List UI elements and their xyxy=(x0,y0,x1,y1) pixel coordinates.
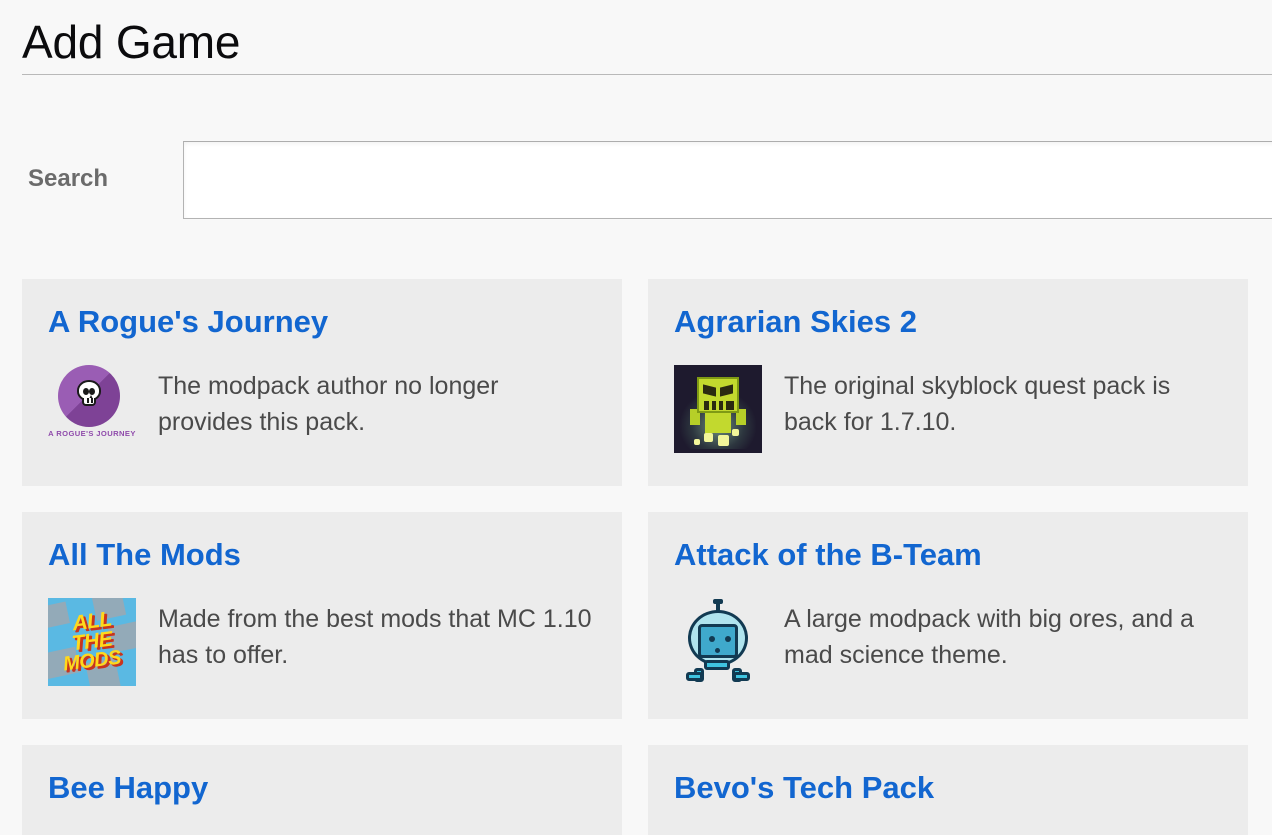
game-title-link[interactable]: Bee Happy xyxy=(48,770,596,805)
search-row: Search xyxy=(0,141,1272,221)
game-description: Made from the best mods that MC 1.10 has… xyxy=(158,605,592,669)
add-game-page: Add Game Search A Rogue's Journey A ROGU… xyxy=(0,0,1272,835)
icon-caption: A ROGUE'S JOURNEY xyxy=(48,429,136,439)
game-card-grid: A Rogue's Journey A ROGUE'S JOURNEY The … xyxy=(22,279,1254,835)
game-card-body: A large modpack with big ores, and a mad… xyxy=(674,598,1222,686)
game-title-link[interactable]: All The Mods xyxy=(48,537,596,572)
game-card[interactable]: Bee Happy xyxy=(22,745,622,835)
page-title: Add Game xyxy=(22,16,241,68)
game-card-body: The original skyblock quest pack is back… xyxy=(674,365,1222,454)
game-card[interactable]: Bevo's Tech Pack xyxy=(648,745,1248,835)
all-the-mods-icon: ALL THE MODS xyxy=(48,598,136,687)
game-card[interactable]: A Rogue's Journey A ROGUE'S JOURNEY The … xyxy=(22,279,622,486)
search-label: Search xyxy=(28,165,109,192)
game-description: The modpack author no longer provides th… xyxy=(158,372,499,436)
page-header: Add Game xyxy=(22,16,1272,76)
game-description: The original skyblock quest pack is back… xyxy=(784,372,1171,436)
game-card[interactable]: All The Mods ALL THE MODS Made from the … xyxy=(22,512,622,719)
a-rogues-journey-icon: A ROGUE'S JOURNEY xyxy=(48,365,136,453)
attack-of-the-b-team-icon xyxy=(674,598,762,686)
game-card-body: A ROGUE'S JOURNEY The modpack author no … xyxy=(48,365,596,453)
game-card-body: ALL THE MODS Made from the best mods tha… xyxy=(48,598,596,687)
game-title-link[interactable]: Agrarian Skies 2 xyxy=(674,304,1222,339)
game-title-link[interactable]: Attack of the B-Team xyxy=(674,537,1222,572)
game-title-link[interactable]: A Rogue's Journey xyxy=(48,304,596,339)
game-title-link[interactable]: Bevo's Tech Pack xyxy=(674,770,1222,805)
search-input[interactable] xyxy=(183,141,1272,219)
game-card[interactable]: Attack of the B-Team A large modpack wit… xyxy=(648,512,1248,719)
game-card[interactable]: Agrarian Skies 2 The original skyblock q… xyxy=(648,279,1248,486)
game-description: A large modpack with big ores, and a mad… xyxy=(784,605,1194,669)
agrarian-skies-2-icon xyxy=(674,365,762,454)
